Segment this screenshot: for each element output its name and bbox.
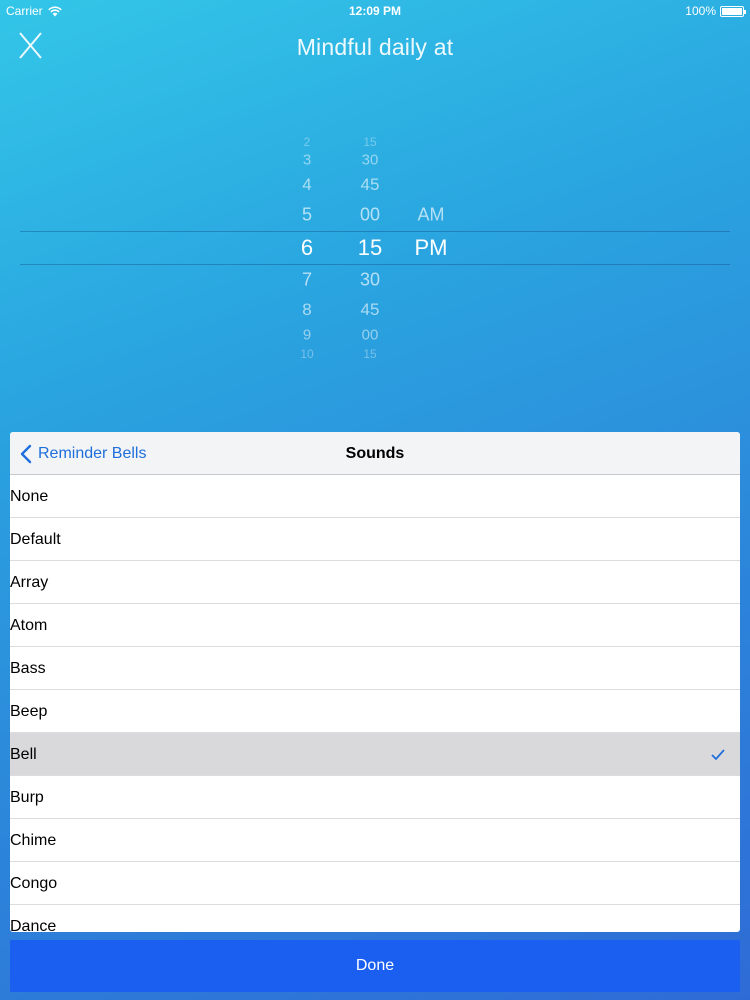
minute-option[interactable]: 15 <box>363 347 376 361</box>
sound-list: None Default Array Atom Bass Beep Bell Burp Chim… <box>10 475 740 932</box>
sound-label: Atom <box>10 617 48 634</box>
minute-option[interactable]: 45 <box>361 300 380 320</box>
battery-percent: 100% <box>685 4 716 18</box>
minute-option[interactable]: 30 <box>362 152 379 169</box>
sounds-sheet: Reminder Bells Sounds None Default Array At… <box>10 432 740 932</box>
sound-label: Beep <box>10 703 48 720</box>
minute-option[interactable]: 45 <box>361 175 380 195</box>
sound-row[interactable]: Bass <box>10 647 740 690</box>
sound-label: Default <box>10 531 61 548</box>
status-bar: Carrier 12:09 PM 100% <box>0 0 750 22</box>
sound-label: None <box>10 488 49 505</box>
sound-row[interactable]: Burp <box>10 776 740 819</box>
picker-selection-bottom-line <box>20 264 730 265</box>
sound-row[interactable]: Beep <box>10 690 740 733</box>
sound-row[interactable]: None <box>10 475 740 518</box>
done-button[interactable]: Done <box>10 940 740 992</box>
hour-option[interactable]: 5 <box>302 205 312 226</box>
status-time: 12:09 PM <box>348 4 402 18</box>
sound-row[interactable]: Default <box>10 518 740 561</box>
minute-option[interactable]: 00 <box>360 205 380 226</box>
sound-label: Dance <box>10 918 57 932</box>
period-option[interactable]: PM <box>415 235 448 261</box>
sound-label: Bell <box>10 746 37 763</box>
sheet-nav-bar: Reminder Bells Sounds <box>10 432 740 475</box>
minute-option[interactable]: 00 <box>362 327 379 344</box>
picker-selection-top-line <box>20 231 730 232</box>
checkmark-icon <box>711 749 725 761</box>
sound-label: Chime <box>10 832 57 849</box>
time-picker[interactable]: 2 3 4 5 6 7 8 9 10 15 30 45 00 15 30 45 00 15 AM PM <box>0 120 750 370</box>
page-title: Mindful daily at <box>296 34 454 60</box>
hour-option[interactable]: 3 <box>303 152 311 169</box>
minute-option[interactable]: 30 <box>360 270 380 291</box>
hour-option[interactable]: 6 <box>301 235 313 261</box>
sound-row[interactable]: Atom <box>10 604 740 647</box>
sound-row[interactable]: Bell <box>10 733 740 776</box>
sound-label: Congo <box>10 875 58 892</box>
sound-label: Bass <box>10 660 46 677</box>
sound-row[interactable]: Chime <box>10 819 740 862</box>
battery-icon <box>720 5 746 17</box>
minute-option[interactable]: 15 <box>358 235 382 261</box>
battery-area: 100% <box>685 4 746 18</box>
sound-label: Array <box>10 574 49 591</box>
sound-row[interactable]: Dance <box>10 905 740 932</box>
sheet-title: Sounds <box>345 445 405 462</box>
sound-row[interactable]: Array <box>10 561 740 604</box>
hour-option[interactable]: 7 <box>302 270 312 291</box>
hour-option[interactable]: 10 <box>300 347 313 361</box>
hour-option[interactable]: 8 <box>302 300 311 320</box>
hour-option[interactable]: 2 <box>304 135 311 149</box>
sound-label: Burp <box>10 789 44 806</box>
period-option[interactable]: AM <box>418 205 445 226</box>
hour-option[interactable]: 9 <box>303 327 311 344</box>
sound-row[interactable]: Congo <box>10 862 740 905</box>
minute-option[interactable]: 15 <box>363 135 376 149</box>
hour-option[interactable]: 4 <box>302 175 311 195</box>
